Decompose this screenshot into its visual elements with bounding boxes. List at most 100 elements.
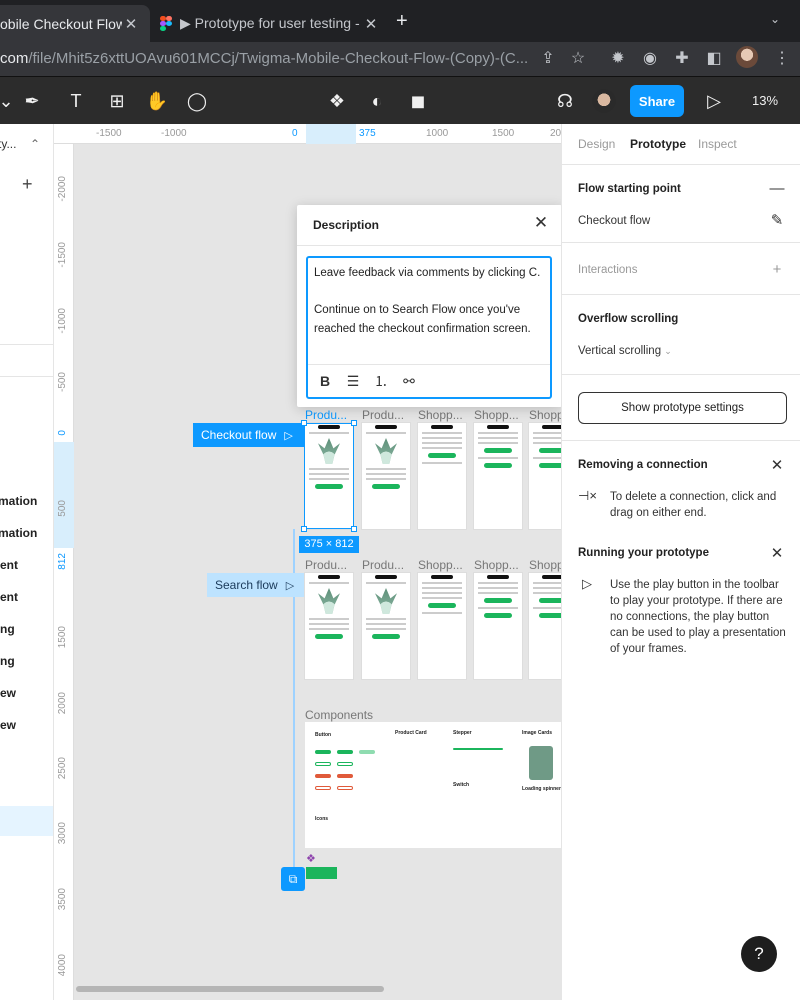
frame-label[interactable]: Produ... — [305, 408, 355, 422]
chevron-down-icon[interactable]: ⌄ — [0, 89, 18, 113]
components-label[interactable]: Components — [305, 708, 373, 722]
chevron-down-icon[interactable]: ⌄ — [770, 12, 780, 26]
components-frame[interactable]: Button Product Card Stepper Image Cards … — [305, 722, 561, 848]
chevron-up-icon[interactable]: ⌃ — [30, 137, 40, 151]
edit-icon[interactable]: ✎ — [768, 211, 786, 229]
text-tool-icon[interactable]: T — [64, 89, 88, 113]
mini-button[interactable] — [306, 867, 337, 879]
new-tab-button[interactable]: + — [396, 10, 408, 33]
puzzle-icon[interactable]: ✚ — [672, 49, 692, 69]
comment-icon[interactable]: ◯ — [185, 89, 209, 113]
password-manager-icon[interactable]: ◉ — [640, 49, 660, 69]
frame-thumbnail[interactable] — [474, 423, 522, 529]
add-page-icon[interactable]: + — [22, 174, 33, 195]
play-icon[interactable]: ▷ — [284, 429, 292, 442]
layer-item[interactable]: ew — [0, 686, 16, 700]
resize-handle[interactable] — [301, 526, 307, 532]
collaborator-avatar[interactable] — [592, 89, 616, 113]
contrast-icon[interactable]: ◐ — [365, 89, 389, 113]
menu-icon[interactable]: ⋮ — [772, 49, 792, 69]
frame-label[interactable]: Shopp... — [529, 408, 561, 422]
frame-thumbnail[interactable] — [529, 573, 561, 679]
frame-label[interactable]: Shopp... — [529, 558, 561, 572]
resize-handle[interactable] — [351, 526, 357, 532]
pen-tool-icon[interactable]: ✒ — [20, 89, 44, 113]
hand-tool-icon[interactable]: ✋ — [145, 89, 169, 113]
layer-item[interactable]: mation — [0, 494, 37, 508]
components-icon[interactable]: ❖ — [325, 89, 349, 113]
frame-thumbnail[interactable] — [362, 423, 410, 529]
connection-node-icon[interactable]: ⧉ — [281, 867, 305, 891]
ruler-tick: -2000 — [57, 176, 68, 202]
numbered-list-icon[interactable]: ⒈ — [372, 372, 390, 390]
play-icon[interactable]: ▷ — [702, 89, 726, 113]
frame-thumbnail[interactable] — [474, 573, 522, 679]
url-field[interactable]: com/file/Mhit5z6xttUOAvu601MCCj/Twigma-M… — [0, 45, 600, 73]
description-editor[interactable]: Leave feedback via comments by clicking … — [306, 256, 552, 399]
layer-item[interactable]: mation — [0, 526, 37, 540]
help-button[interactable]: ? — [741, 936, 777, 972]
description-text[interactable]: Leave feedback via comments by clicking … — [314, 264, 546, 338]
close-icon[interactable]: ✕ — [768, 456, 786, 474]
layer-item[interactable]: ent — [0, 558, 18, 572]
tab-checkout-flow[interactable]: obile Checkout Flow ✕ — [0, 5, 150, 42]
frame-thumbnail[interactable] — [418, 573, 466, 679]
flow-name[interactable]: Checkout flow — [578, 213, 650, 229]
show-prototype-settings-button[interactable]: Show prototype settings — [578, 392, 787, 424]
frame-label[interactable]: Produ... — [362, 558, 412, 572]
share-button[interactable]: Share — [630, 85, 684, 117]
play-icon[interactable]: ▷ — [286, 579, 294, 592]
flow-start-search[interactable]: Search flow ▷ — [207, 573, 305, 597]
close-icon[interactable]: ✕ — [362, 15, 380, 33]
frame-label[interactable]: Produ... — [362, 408, 412, 422]
resize-handle[interactable] — [351, 420, 357, 426]
frame-label[interactable]: Produ... — [305, 558, 355, 572]
tab-prototype[interactable]: ▶ Prototype for user testing - T ✕ — [150, 5, 390, 42]
close-icon[interactable]: ✕ — [533, 214, 549, 231]
frame-thumbnail[interactable] — [362, 573, 410, 679]
layer-item[interactable]: ng — [0, 622, 15, 636]
selected-layer-highlight[interactable] — [0, 806, 53, 836]
frame-thumbnail[interactable] — [529, 423, 561, 529]
ruler-selection-highlight — [54, 442, 74, 548]
page-name[interactable]: ty... — [0, 137, 16, 151]
overflow-select[interactable]: Vertical scrolling ⌄ — [578, 343, 672, 359]
close-icon[interactable]: ✕ — [122, 15, 140, 33]
sidebar-icon[interactable]: ◧ — [704, 49, 724, 69]
link-icon[interactable]: ⚯ — [400, 372, 418, 390]
ruler-tick: 500 — [57, 500, 68, 517]
layer-item[interactable]: ew — [0, 718, 16, 732]
layer-item[interactable]: ent — [0, 590, 18, 604]
selection-box[interactable] — [304, 423, 354, 529]
layer-item[interactable]: ng — [0, 654, 15, 668]
disconnect-icon: ⊣× — [578, 488, 597, 503]
stepper-sample — [453, 748, 503, 750]
resources-icon[interactable]: ⊞ — [105, 89, 129, 113]
resize-handle[interactable] — [301, 420, 307, 426]
bold-icon[interactable]: B — [316, 372, 334, 390]
extension-gear-icon[interactable]: ✹ — [608, 49, 628, 69]
horizontal-scrollbar[interactable] — [76, 986, 384, 992]
frame-label[interactable]: Shopp... — [474, 408, 524, 422]
frame-label[interactable]: Shopp... — [418, 558, 468, 572]
profile-avatar[interactable] — [736, 46, 758, 68]
divider — [562, 294, 800, 295]
zoom-level[interactable]: 13% — [752, 93, 778, 108]
headphones-icon[interactable]: ☊ — [553, 89, 577, 113]
minus-icon[interactable]: — — [768, 180, 786, 197]
tab-design[interactable]: Design — [578, 137, 615, 151]
boolean-icon[interactable]: ◼ — [406, 89, 430, 113]
bullet-list-icon[interactable]: ☰ — [344, 372, 362, 390]
share-page-icon[interactable]: ⇪ — [538, 49, 558, 69]
bookmark-star-icon[interactable]: ☆ — [568, 49, 588, 69]
dimension-badge: 375 × 812 — [299, 536, 359, 553]
tab-inspect[interactable]: Inspect — [698, 137, 737, 151]
flow-start-checkout[interactable]: Checkout flow ▷ — [193, 423, 305, 447]
frame-thumbnail[interactable] — [305, 573, 353, 679]
frame-thumbnail[interactable] — [418, 423, 466, 529]
frame-label[interactable]: Shopp... — [418, 408, 468, 422]
tab-prototype[interactable]: Prototype — [630, 137, 686, 151]
plus-icon[interactable]: + — [768, 261, 786, 278]
close-icon[interactable]: ✕ — [768, 544, 786, 562]
frame-label[interactable]: Shopp... — [474, 558, 524, 572]
